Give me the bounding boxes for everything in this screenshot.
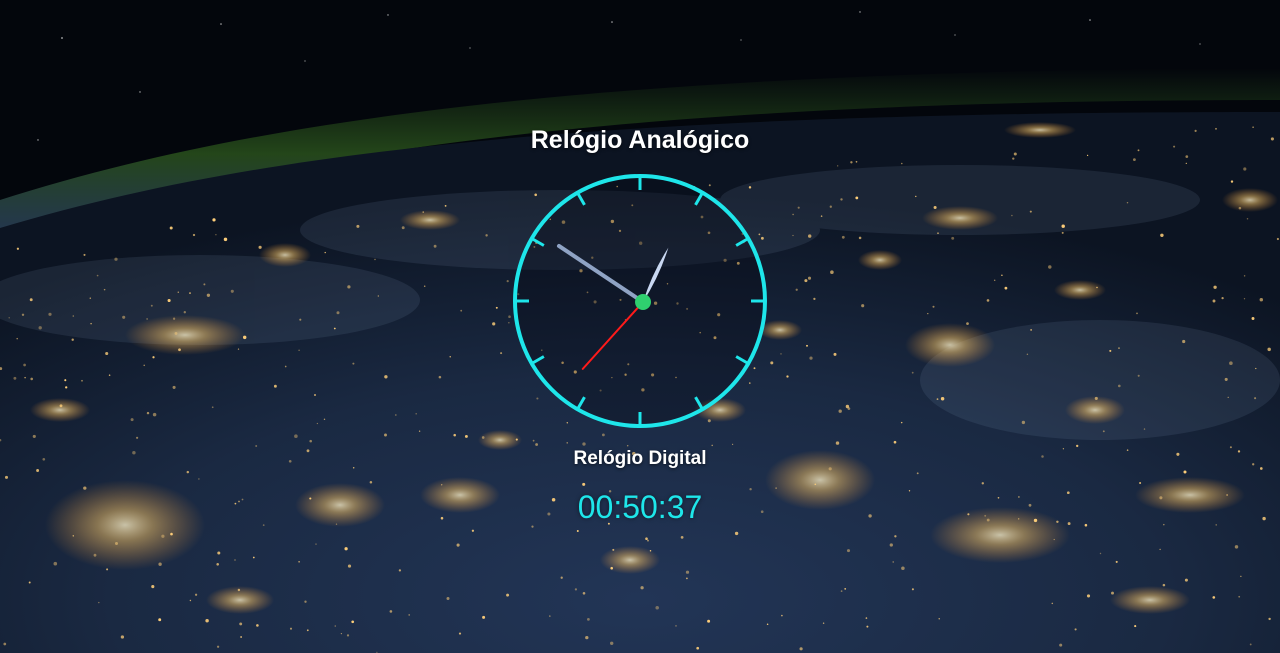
analog-clock: [513, 174, 767, 428]
analog-clock-title: Relógio Analógico: [530, 126, 750, 154]
digital-clock-time: 00:50:37: [577, 489, 703, 525]
clock-center-dot: [635, 294, 651, 310]
digital-clock-title: Relógio Digital: [573, 448, 707, 469]
